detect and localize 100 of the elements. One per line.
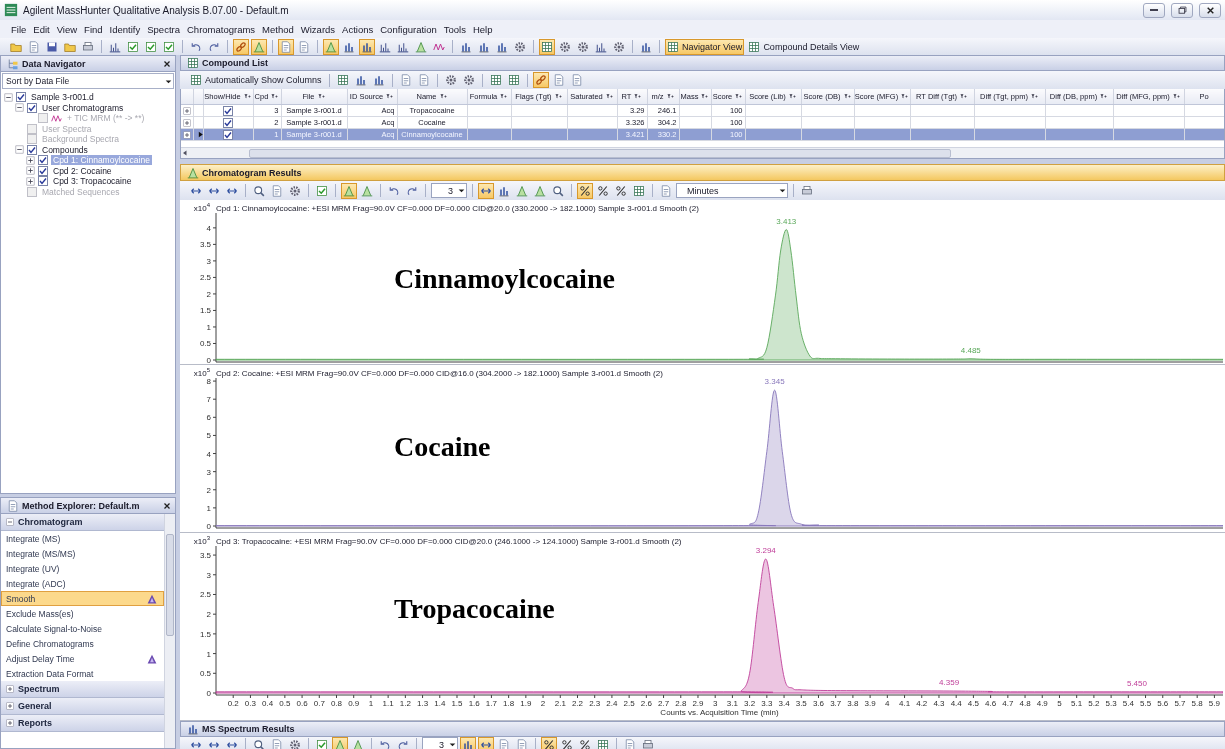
x-tick-label: 4.8 xyxy=(1019,699,1031,708)
y-tick-label: 7 xyxy=(206,395,211,405)
y-tick-label: 1 xyxy=(206,322,211,332)
y-tick-label: 4 xyxy=(206,449,211,459)
list-item[interactable]: Integrate (UV) xyxy=(1,561,164,576)
chart-title: Cpd 3: Tropacocaine: +ESI MRM Frag=90.0V CF=0.000 DF=0.000 CID@20.0 (246.1000 -> 124.1000) Sample 3-r001.d Smooth (2) xyxy=(216,537,682,546)
x-tick-label: 5.3 xyxy=(1105,699,1117,708)
chart-title: Cpd 1: Cinnamoylcocaine: +ESI MRM Frag=90.0V CF=0.000 DF=0.000 CID@20.0 (330.2000 -> 182.1000) Sample 3-r001.d Smooth (2) xyxy=(216,204,699,213)
panel-title: Chromatogram Results xyxy=(202,167,302,178)
units-dropdown[interactable]: Minutes xyxy=(676,183,788,198)
section-header[interactable]: Chromatogram xyxy=(1,514,164,531)
x-tick-label: 4 xyxy=(885,699,890,708)
y-tick-label: 3 xyxy=(206,570,211,580)
x-tick-label: 3.2 xyxy=(744,699,756,708)
menu-item[interactable]: Actions xyxy=(339,22,377,36)
x-tick-label: 3.1 xyxy=(726,699,738,708)
x-tick-label: 4.5 xyxy=(967,699,979,708)
x-tick-label: 4.4 xyxy=(950,699,962,708)
y-tick-label: 3 xyxy=(206,467,211,477)
x-tick-label: 5 xyxy=(1057,699,1062,708)
x-tick-label: 5.2 xyxy=(1088,699,1100,708)
panel-title: MS Spectrum Results xyxy=(202,724,295,734)
y-tick-label: 4 xyxy=(206,223,211,233)
x-tick-label: 1.2 xyxy=(399,699,411,708)
x-tick-label: 3.3 xyxy=(761,699,773,708)
list-item[interactable]: Calculate Signal-to-Noise xyxy=(1,621,164,636)
sort-dropdown[interactable]: Sort by Data File xyxy=(2,73,174,89)
y-tick-label: 1 xyxy=(206,649,211,659)
compound-label: Cinnamoylcocaine xyxy=(394,263,615,295)
x-tick-label: 1.3 xyxy=(417,699,429,708)
x-tick-label: 2.7 xyxy=(658,699,670,708)
y-tick-label: 2 xyxy=(206,485,211,495)
section-header[interactable]: Spectrum xyxy=(1,681,164,698)
x-axis-title: Counts vs. Acquisition Time (min) xyxy=(660,708,779,717)
menu-item[interactable]: View xyxy=(53,22,81,36)
y-tick-label: 3.5 xyxy=(199,240,211,250)
panel-title: Compound List xyxy=(202,58,268,68)
tree-item[interactable]: User Chromatograms xyxy=(40,102,126,113)
peak-label: 5.450 xyxy=(1126,678,1147,688)
peak-label: 3.345 xyxy=(764,378,785,387)
x-tick-label: 1.1 xyxy=(382,699,394,708)
x-tick-label: 3.7 xyxy=(830,699,842,708)
x-tick-label: 4.7 xyxy=(1002,699,1014,708)
toolbar-button[interactable]: Navigator View xyxy=(665,38,745,55)
list-item[interactable]: Extraction Data Format xyxy=(1,666,164,681)
x-tick-label: 3.9 xyxy=(864,699,876,708)
x-tick-label: 1.4 xyxy=(434,699,446,708)
menu-item[interactable]: Find xyxy=(81,22,106,36)
menu-item[interactable]: Chromatograms xyxy=(184,22,259,36)
x-tick-label: 2.2 xyxy=(571,699,584,708)
x-tick-label: 5.7 xyxy=(1174,699,1186,708)
menu-item[interactable]: Help xyxy=(469,22,496,36)
section-header[interactable]: Reports xyxy=(1,715,164,732)
menu-item[interactable]: Wizards xyxy=(297,22,339,36)
menu-item[interactable]: Identify xyxy=(106,22,144,36)
y-tick-label: 1.5 xyxy=(199,629,211,639)
menu-item[interactable]: Spectra xyxy=(144,22,183,36)
x-tick-label: 4.9 xyxy=(1036,699,1048,708)
tree-item[interactable]: Sample 3-r001.d xyxy=(29,92,96,103)
x-tick-label: 1.6 xyxy=(468,699,480,708)
x-tick-label: 1.5 xyxy=(451,699,463,708)
x-tick-label: 2 xyxy=(540,699,546,708)
y-tick-label: 3.5 xyxy=(199,551,211,561)
menu-item[interactable]: Tools xyxy=(440,22,469,36)
x-tick-label: 3.4 xyxy=(778,699,790,708)
y-tick-label: 5 xyxy=(206,431,211,441)
compound-label: Cocaine xyxy=(394,431,491,463)
x-tick-label: 2.5 xyxy=(623,699,635,708)
menu-item[interactable]: File xyxy=(8,22,30,36)
toolbar-button[interactable]: Automatically Show Columns xyxy=(188,72,324,88)
list-item[interactable]: Define Chromatograms xyxy=(1,636,164,651)
x-tick-label: 1.7 xyxy=(485,699,497,708)
list-item[interactable]: Integrate (MS) xyxy=(1,531,164,546)
x-tick-label: 3.8 xyxy=(847,699,859,708)
y-tick-label: 1.5 xyxy=(199,306,211,316)
list-item[interactable]: Exclude Mass(es) xyxy=(1,606,164,621)
panel-title: Data Navigator xyxy=(22,58,86,69)
x-tick-label: 2.4 xyxy=(606,699,618,708)
tree-item[interactable]: Cpd 2: Cocaine xyxy=(51,165,114,176)
list-item[interactable]: Integrate (MS/MS) xyxy=(1,546,164,561)
list-item[interactable]: Integrate (ADC) xyxy=(1,576,164,591)
tree-item[interactable]: Compounds xyxy=(40,144,90,155)
x-tick-label: 2.9 xyxy=(692,699,704,708)
x-tick-label: 5.9 xyxy=(1208,699,1220,708)
list-item[interactable]: Smooth xyxy=(1,591,164,606)
tree-item[interactable]: Cpd 3: Tropacocaine xyxy=(51,176,134,187)
x-tick-label: 0.6 xyxy=(296,699,308,708)
list-item[interactable]: Adjust Delay Time xyxy=(1,651,164,666)
y-tick-label: 0 xyxy=(206,522,211,531)
toolbar-button[interactable]: Compound Details View xyxy=(746,38,862,55)
x-tick-label: 1 xyxy=(368,699,374,708)
x-tick-label: 5.8 xyxy=(1191,699,1203,708)
menu-item[interactable]: Method xyxy=(259,22,297,36)
menu-item[interactable]: Edit xyxy=(30,22,53,36)
y-tick-label: 2.5 xyxy=(199,273,211,283)
menu-item[interactable]: Configuration xyxy=(377,22,440,36)
y-tick-label: 0 xyxy=(206,356,211,364)
number-dropdown[interactable]: 3 xyxy=(422,737,458,749)
number-dropdown[interactable]: 3 xyxy=(431,183,467,198)
section-header[interactable]: General xyxy=(1,698,164,715)
